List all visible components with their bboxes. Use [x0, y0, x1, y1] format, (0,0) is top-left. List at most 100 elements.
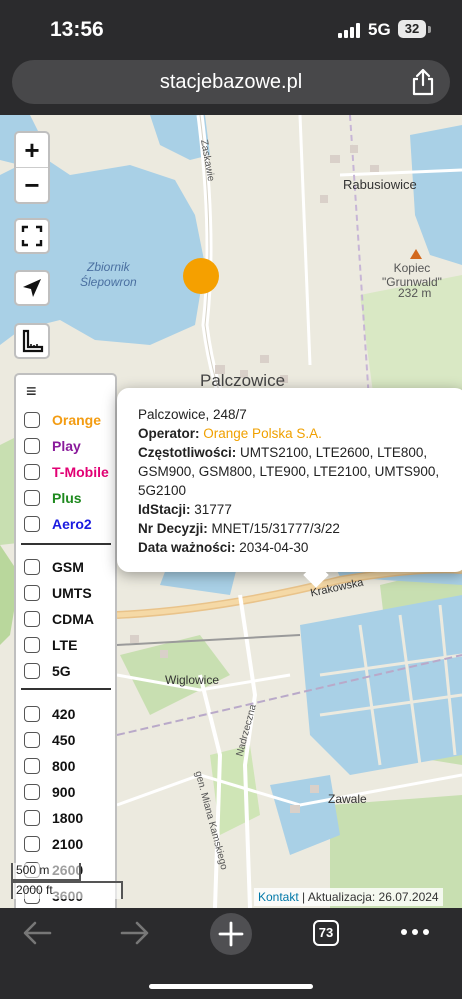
filter-cdma[interactable]: CDMA	[24, 608, 94, 630]
checkbox[interactable]	[24, 585, 40, 601]
filter-label: Plus	[52, 490, 82, 506]
fullscreen-icon	[21, 225, 43, 247]
ruler-icon	[22, 329, 44, 353]
contact-link[interactable]: Kontakt	[258, 890, 299, 904]
share-icon[interactable]	[410, 68, 436, 96]
place-label-wiglowice: Wiglowice	[165, 673, 220, 687]
checkbox[interactable]	[24, 490, 40, 506]
operator-label: Operator:	[138, 426, 200, 441]
filter-label: GSM	[52, 559, 84, 575]
checkbox[interactable]	[24, 706, 40, 722]
back-arrow-icon[interactable]	[22, 918, 54, 948]
frequency-label: Częstotliwości:	[138, 445, 237, 460]
station-address: Palczowice, 248/7	[138, 407, 247, 422]
decision-value: MNET/15/31777/3/22	[211, 521, 340, 536]
filter-label: 2100	[52, 836, 84, 852]
filter-label: CDMA	[52, 611, 94, 627]
filter-label: 1800	[52, 810, 84, 826]
checkbox[interactable]	[24, 611, 40, 627]
station-popup: Palczowice, 248/7 Operator: Orange Polsk…	[117, 388, 462, 588]
new-tab-button[interactable]	[209, 912, 253, 956]
checkbox[interactable]	[24, 464, 40, 480]
filter-band-420[interactable]: 420	[24, 703, 75, 725]
filter-label: 900	[52, 784, 76, 800]
battery-tip	[428, 26, 431, 33]
filter-label: LTE	[52, 637, 78, 653]
expiry-value: 2034-04-30	[239, 540, 309, 555]
more-options-icon[interactable]	[400, 924, 430, 940]
filter-label: 450	[52, 732, 76, 748]
tab-switcher-button[interactable]: 73	[313, 920, 339, 946]
checkbox[interactable]	[24, 836, 40, 852]
checkbox[interactable]	[24, 663, 40, 679]
checkbox[interactable]	[24, 758, 40, 774]
filter-lte[interactable]: LTE	[24, 634, 77, 656]
station-id-line: IdStacji: 31777	[138, 500, 458, 519]
filter-label: 800	[52, 758, 76, 774]
menu-icon[interactable]: ≡	[26, 381, 37, 402]
expiry-line: Data ważności: 2034-04-30	[138, 538, 458, 557]
decision-line: Nr Decyzji: MNET/15/31777/3/22	[138, 519, 458, 538]
operator-line: Operator: Orange Polska S.A.	[138, 424, 458, 443]
clock: 13:56	[50, 18, 104, 41]
filter-gsm[interactable]: GSM	[24, 556, 84, 578]
checkbox[interactable]	[24, 438, 40, 454]
checkbox[interactable]	[24, 732, 40, 748]
cellular-signal-icon	[338, 22, 362, 38]
home-indicator	[149, 984, 313, 989]
filter-label: T-Mobile	[52, 464, 109, 480]
place-label-zbiornik: Zbiornik Ślepowron	[80, 260, 137, 289]
filter-label: UMTS	[52, 585, 92, 601]
zoom-out-button[interactable]: −	[16, 168, 48, 202]
filter-band-800[interactable]: 800	[24, 755, 75, 777]
filter-play[interactable]: Play	[24, 435, 81, 457]
url-text: stacjebazowe.pl	[159, 71, 303, 93]
base-station-marker[interactable]	[183, 258, 219, 294]
checkbox[interactable]	[24, 637, 40, 653]
checkbox[interactable]	[24, 810, 40, 826]
station-id-value: 31777	[194, 502, 232, 517]
map-view[interactable]: Rabusiowice Zbiornik Ślepowron Palczowic…	[0, 115, 462, 908]
filter-band-450[interactable]: 450	[24, 729, 75, 751]
browser-toolbar: 73	[0, 908, 462, 999]
expiry-label: Data ważności:	[138, 540, 236, 555]
battery-icon: 32	[398, 20, 426, 38]
filter-label: 5G	[52, 663, 71, 679]
checkbox[interactable]	[24, 412, 40, 428]
divider	[21, 688, 111, 690]
place-label-zawale: Zawale	[328, 792, 367, 806]
filter-band-2100[interactable]: 2100	[24, 833, 83, 855]
filter-band-900[interactable]: 900	[24, 781, 75, 803]
checkbox[interactable]	[24, 559, 40, 575]
zoom-control: + −	[14, 131, 50, 204]
status-bar: 13:56 5G 32	[0, 0, 462, 58]
scale-metric: 500 m	[11, 863, 81, 881]
filter-band-1800[interactable]: 1800	[24, 807, 83, 829]
filter-orange[interactable]: Orange	[24, 409, 101, 431]
measure-button[interactable]	[14, 323, 50, 359]
filter-5g[interactable]: 5G	[24, 660, 71, 682]
layer-panel: ≡ Orange Play T-Mobile Plus Aero2 GSM UM…	[14, 373, 117, 908]
filter-t-mobile[interactable]: T-Mobile	[24, 461, 109, 483]
checkbox[interactable]	[24, 784, 40, 800]
update-date: | Aktualizacja: 26.07.2024	[302, 890, 439, 904]
popup-content: Palczowice, 248/7 Operator: Orange Polsk…	[138, 405, 458, 557]
attribution: Kontakt | Aktualizacja: 26.07.2024	[254, 888, 443, 906]
address-bar[interactable]: stacjebazowe.pl	[12, 60, 450, 104]
checkbox[interactable]	[24, 516, 40, 532]
place-label-rabusiowice: Rabusiowice	[343, 177, 417, 192]
place-label-kopiec: Kopiec "Grunwald"	[382, 261, 442, 289]
locate-button[interactable]	[14, 270, 50, 306]
forward-arrow-icon[interactable]	[118, 918, 150, 948]
filter-aero2[interactable]: Aero2	[24, 513, 92, 535]
filter-umts[interactable]: UMTS	[24, 582, 92, 604]
filter-label: 420	[52, 706, 76, 722]
fullscreen-button[interactable]	[14, 218, 50, 254]
filter-plus[interactable]: Plus	[24, 487, 82, 509]
frequency-line: Częstotliwości: UMTS2100, LTE2600, LTE80…	[138, 443, 458, 500]
divider	[21, 543, 111, 545]
zoom-in-button[interactable]: +	[16, 133, 48, 167]
station-id-label: IdStacji:	[138, 502, 191, 517]
filter-label: Aero2	[52, 516, 92, 532]
place-label-elevation: 232 m	[398, 286, 432, 300]
